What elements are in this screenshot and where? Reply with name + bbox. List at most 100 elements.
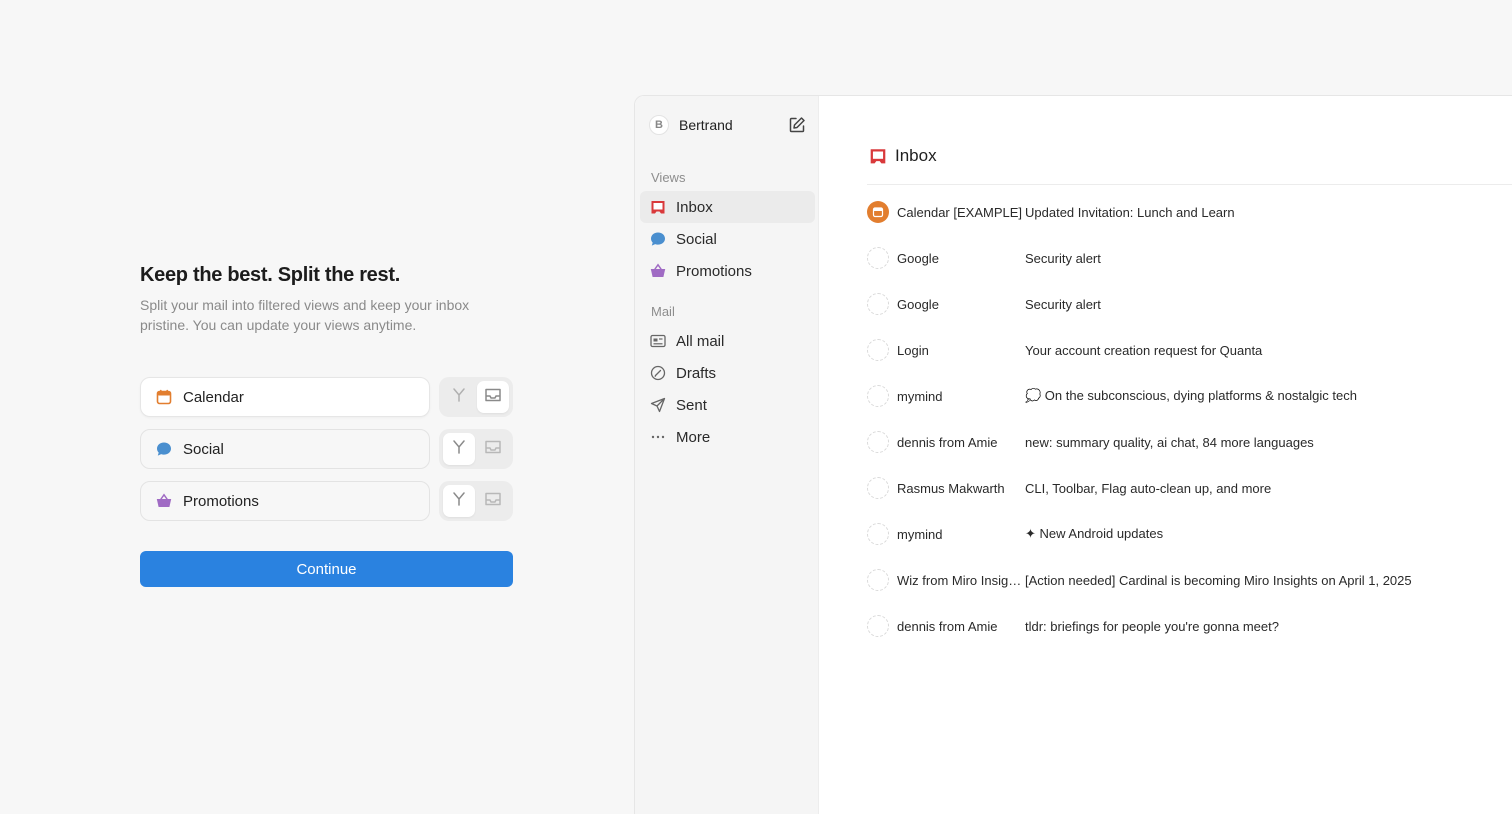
sent-icon (649, 396, 667, 414)
calendar-avatar-icon (867, 201, 889, 223)
sidebar-item-drafts[interactable]: Drafts (640, 357, 815, 389)
view-mode-toggle (439, 377, 513, 417)
mail-section-label: Mail (651, 304, 675, 319)
mail-row[interactable]: Google Security alert (867, 281, 1512, 327)
compose-icon[interactable] (788, 116, 806, 134)
continue-button[interactable]: Continue (140, 551, 513, 587)
mail-subject: CLI, Toolbar, Flag auto-clean up, and mo… (1025, 480, 1272, 496)
mail-sender: mymind (897, 526, 943, 542)
mail-subject: Your account creation request for Quanta (1025, 342, 1263, 358)
avatar-placeholder-icon (867, 431, 889, 453)
mail-subject: [Action needed] Cardinal is becoming Mir… (1025, 572, 1412, 588)
sidebar: B Bertrand Views Inbox Social Promotions (635, 96, 819, 814)
mail-subject: 💭 On the subconscious, dying platforms &… (1025, 388, 1357, 403)
view-pill-promotions[interactable]: Promotions (140, 481, 430, 521)
avatar-placeholder-icon (867, 477, 889, 499)
basket-icon (649, 262, 667, 280)
more-icon (649, 428, 667, 446)
sidebar-item-label: Social (676, 230, 717, 248)
mail-row[interactable]: Rasmus Makwarth CLI, Toolbar, Flag auto-… (867, 465, 1512, 511)
account-row[interactable]: B Bertrand (649, 114, 806, 136)
page-title-label: Inbox (895, 146, 937, 165)
mail-row[interactable]: Wiz from Miro Insights [Action needed] C… (867, 557, 1512, 603)
view-row-social: Social (140, 429, 513, 469)
avatar-placeholder-icon (867, 293, 889, 315)
basket-icon (155, 492, 173, 510)
split-icon (451, 439, 467, 460)
sidebar-item-all-mail[interactable]: All mail (640, 325, 815, 357)
view-list: Calendar Social Promotions (140, 377, 513, 521)
mail-subject: new: summary quality, ai chat, 84 more l… (1025, 434, 1314, 450)
mail-row[interactable]: Login Your account creation request for … (867, 327, 1512, 373)
mail-sender: Calendar [EXAMPLE] (897, 204, 1023, 220)
mail-sender: dennis from Amie (897, 434, 998, 450)
all-mail-icon (649, 332, 667, 350)
view-row-calendar: Calendar (140, 377, 513, 417)
view-pill-social[interactable]: Social (140, 429, 430, 469)
avatar: B (649, 115, 669, 135)
mail-sender: Google (897, 296, 939, 312)
inbox-tray-icon (484, 387, 502, 408)
mail-subject: tldr: briefings for people you're gonna … (1025, 618, 1279, 634)
avatar-placeholder-icon (867, 247, 889, 269)
avatar-placeholder-icon (867, 615, 889, 637)
inbox-tray-icon (484, 491, 502, 512)
sidebar-item-promotions[interactable]: Promotions (640, 255, 815, 287)
mail-list: Calendar [EXAMPLE] Updated Invitation: L… (867, 189, 1512, 649)
sidebar-item-label: Drafts (676, 364, 717, 382)
split-mode-button[interactable] (443, 433, 475, 465)
mail-sender: Wiz from Miro Insights (897, 572, 1025, 588)
split-mode-button[interactable] (443, 381, 475, 413)
inbox-mode-button[interactable] (477, 381, 509, 413)
inbox-mode-button[interactable] (477, 485, 509, 517)
mail-sender: Login (897, 342, 929, 358)
inbox-mode-button[interactable] (477, 433, 509, 465)
inbox-tray-icon (484, 439, 502, 460)
inbox-pane: Inbox Calendar [EXAMPLE] Updated Invitat… (819, 96, 1512, 814)
split-icon (451, 387, 467, 408)
chat-bubble-icon (155, 440, 173, 458)
mail-row[interactable]: mymind 💭 On the subconscious, dying plat… (867, 373, 1512, 419)
views-section-label: Views (651, 170, 686, 185)
mail-subject: Security alert (1025, 296, 1101, 312)
view-pill-calendar[interactable]: Calendar (140, 377, 430, 417)
mail-row[interactable]: dennis from Amie new: summary quality, a… (867, 419, 1512, 465)
chat-bubble-icon (649, 230, 667, 248)
view-mode-toggle (439, 481, 513, 521)
sidebar-item-label: Inbox (676, 198, 713, 216)
mail-sender: Google (897, 250, 939, 266)
mail-subject: Security alert (1025, 250, 1101, 266)
sidebar-item-label: Promotions (676, 262, 752, 280)
sidebar-item-more[interactable]: More (640, 421, 815, 453)
view-pill-label: Promotions (183, 492, 259, 510)
page-title: Inbox (869, 146, 937, 166)
sidebar-item-inbox[interactable]: Inbox (640, 191, 815, 223)
view-mode-toggle (439, 429, 513, 469)
inbox-icon (869, 147, 887, 165)
mail-subject: ✦ New Android updates (1025, 526, 1164, 541)
sidebar-item-label: More (676, 428, 711, 446)
mail-sender: Rasmus Makwarth (897, 480, 1005, 496)
view-pill-label: Calendar (183, 388, 244, 406)
mail-row[interactable]: dennis from Amie tldr: briefings for peo… (867, 603, 1512, 649)
mail-row[interactable]: Google Security alert (867, 235, 1512, 281)
app-window: B Bertrand Views Inbox Social Promotions (634, 95, 1512, 814)
split-icon (451, 491, 467, 512)
calendar-icon (155, 388, 173, 406)
avatar-placeholder-icon (867, 385, 889, 407)
mail-subject: Updated Invitation: Lunch and Learn (1025, 204, 1235, 220)
mail-sender: mymind (897, 388, 943, 404)
drafts-icon (649, 364, 667, 382)
onboarding-title: Keep the best. Split the rest. (140, 264, 400, 286)
mail-row[interactable]: mymind ✦ New Android updates (867, 511, 1512, 557)
view-pill-label: Social (183, 440, 224, 458)
mail-sender: dennis from Amie (897, 618, 998, 634)
avatar-placeholder-icon (867, 339, 889, 361)
account-name: Bertrand (679, 117, 733, 133)
divider (867, 184, 1512, 185)
split-mode-button[interactable] (443, 485, 475, 517)
sidebar-item-social[interactable]: Social (640, 223, 815, 255)
mail-row[interactable]: Calendar [EXAMPLE] Updated Invitation: L… (867, 189, 1512, 235)
sidebar-item-label: All mail (676, 332, 725, 350)
sidebar-item-sent[interactable]: Sent (640, 389, 815, 421)
